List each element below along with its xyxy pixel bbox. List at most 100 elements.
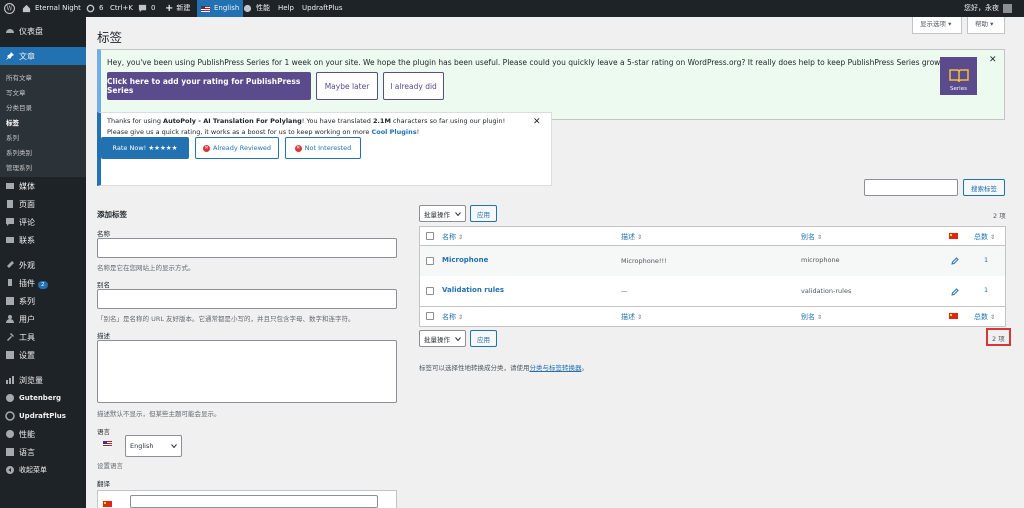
maybe-later-button[interactable]: Maybe later bbox=[316, 72, 378, 100]
submenu-tags[interactable]: 标签 bbox=[6, 117, 19, 127]
menu-contact[interactable]: 联系 bbox=[0, 231, 86, 249]
menu-comments[interactable]: 评论 bbox=[0, 213, 86, 231]
translation-input[interactable] bbox=[130, 495, 378, 508]
select-all-checkbox[interactable] bbox=[426, 232, 434, 240]
add-rating-button[interactable]: Click here to add your rating for Publis… bbox=[107, 72, 311, 100]
menu-series[interactable]: 系列 bbox=[0, 292, 86, 310]
tag-search-input[interactable] bbox=[864, 179, 958, 196]
already-reviewed-button[interactable]: ✕ Already Reviewed bbox=[195, 137, 279, 159]
language-select-value: English bbox=[130, 442, 154, 450]
pencil-icon[interactable] bbox=[951, 288, 959, 296]
already-did-button[interactable]: I already did bbox=[383, 72, 444, 100]
menu-collapse[interactable]: 收起菜单 bbox=[0, 461, 86, 479]
settings-icon bbox=[6, 351, 14, 359]
bulk-actions-select-bottom[interactable]: 批量操作 bbox=[419, 330, 466, 347]
updraftplus-link[interactable]: UpdraftPlus bbox=[302, 0, 343, 17]
close-icon[interactable]: ✕ bbox=[533, 117, 541, 127]
translation-icon bbox=[6, 448, 14, 456]
select-all-checkbox[interactable] bbox=[426, 312, 434, 320]
not-interested-button[interactable]: ✕ Not Interested bbox=[285, 137, 361, 159]
rate-now-button[interactable]: Rate Now! ★★★★★ bbox=[101, 137, 189, 159]
column-name-header[interactable]: 名称 ⇕ bbox=[442, 232, 463, 242]
apply-button-top[interactable]: 应用 bbox=[470, 205, 497, 222]
screen-options-button[interactable]: 显示选项 ▾ bbox=[912, 17, 962, 34]
menu-appearance-label: 外观 bbox=[19, 260, 35, 270]
menu-pages[interactable]: 页面 bbox=[0, 195, 86, 213]
row-checkbox[interactable] bbox=[426, 257, 434, 265]
help-link[interactable]: Help bbox=[278, 0, 294, 17]
tag-name-link[interactable]: Microphone bbox=[442, 256, 488, 264]
column-count-header[interactable]: 总数 ⇕ bbox=[974, 312, 995, 322]
column-description-header[interactable]: 描述 ⇕ bbox=[621, 312, 642, 322]
column-name-header[interactable]: 名称 ⇕ bbox=[442, 312, 463, 322]
tag-slug-input[interactable] bbox=[97, 289, 397, 309]
menu-views[interactable]: 浏览量 bbox=[0, 371, 86, 389]
tag-count[interactable]: 1 bbox=[984, 256, 988, 264]
column-count-label: 总数 bbox=[974, 313, 988, 321]
sort-icon: ⇕ bbox=[990, 233, 996, 241]
pencil-icon[interactable] bbox=[951, 257, 959, 265]
menu-gutenberg[interactable]: Gutenberg bbox=[0, 389, 86, 407]
menu-appearance[interactable]: 外观 bbox=[0, 256, 86, 274]
menu-performance[interactable]: 性能 bbox=[0, 425, 86, 443]
plugin-icon bbox=[8, 279, 12, 286]
tag-name-input[interactable] bbox=[97, 238, 397, 258]
gauge-icon bbox=[6, 430, 14, 438]
close-icon[interactable]: ✕ bbox=[989, 55, 997, 65]
submenu-manage-series[interactable]: 管理系列 bbox=[6, 162, 32, 172]
column-description-label: 描述 bbox=[621, 233, 635, 241]
sort-icon: ⇕ bbox=[458, 313, 464, 321]
updates-link[interactable]: 6 bbox=[86, 0, 103, 17]
cool-plugins-link[interactable]: Cool Plugins bbox=[371, 128, 416, 136]
comments-count: 0 bbox=[151, 4, 156, 12]
submenu-write-post[interactable]: 写文章 bbox=[6, 87, 26, 97]
language-select[interactable]: English bbox=[125, 435, 182, 457]
column-description-header[interactable]: 描述 ⇕ bbox=[621, 232, 642, 242]
apply-button-bottom[interactable]: 应用 bbox=[470, 330, 497, 347]
menu-dashboard[interactable]: 仪表盘 bbox=[0, 22, 86, 40]
tag-name-link[interactable]: Validation rules bbox=[442, 286, 504, 294]
submenu-all-posts[interactable]: 所有文章 bbox=[6, 72, 32, 82]
menu-contact-label: 联系 bbox=[19, 235, 35, 245]
tag-count[interactable]: 1 bbox=[984, 286, 988, 294]
menu-media[interactable]: 媒体 bbox=[0, 177, 86, 195]
series-rating-notice: Hey, you've been using PublishPress Seri… bbox=[97, 49, 1005, 120]
language-switcher[interactable]: English bbox=[197, 0, 244, 17]
menu-plugins[interactable]: 插件 2 bbox=[0, 274, 86, 292]
avatar bbox=[1003, 4, 1012, 13]
help-button[interactable]: 帮助 ▾ bbox=[967, 17, 1005, 34]
menu-updraftplus[interactable]: UpdraftPlus bbox=[0, 407, 86, 425]
submenu-series-categories[interactable]: 系列类别 bbox=[6, 147, 32, 157]
column-slug-header[interactable]: 别名 ⇕ bbox=[801, 312, 822, 322]
refresh-icon bbox=[86, 4, 95, 13]
wordpress-logo-icon[interactable]: W bbox=[4, 0, 15, 17]
site-name-link[interactable]: Eternal Night bbox=[22, 0, 81, 17]
row-checkbox[interactable] bbox=[426, 287, 434, 295]
menu-settings[interactable]: 设置 bbox=[0, 346, 86, 364]
new-content-link[interactable]: + 新建 bbox=[165, 0, 190, 17]
column-count-header[interactable]: 总数 ⇕ bbox=[974, 232, 995, 242]
command-palette-shortcut[interactable]: Ctrl+K bbox=[110, 0, 133, 17]
submenu-series[interactable]: 系列 bbox=[6, 132, 19, 142]
performance-link[interactable]: 性能 bbox=[243, 0, 270, 17]
converter-link[interactable]: 分类与标签转换器 bbox=[530, 364, 582, 372]
bulk-actions-select-top[interactable]: 批量操作 bbox=[419, 205, 466, 222]
tags-table: 名称 ⇕ 描述 ⇕ 别名 ⇕ 总数 ⇕ Microphone Microphone!!!… bbox=[419, 226, 1006, 327]
menu-tools[interactable]: 工具 bbox=[0, 328, 86, 346]
column-slug-header[interactable]: 别名 ⇕ bbox=[801, 232, 822, 242]
comments-link[interactable]: 0 bbox=[138, 0, 155, 17]
account-menu[interactable]: 您好，永夜 bbox=[964, 0, 1012, 17]
menu-users[interactable]: 用户 bbox=[0, 310, 86, 328]
menu-languages[interactable]: 语言 bbox=[0, 443, 86, 461]
tag-description-textarea[interactable] bbox=[97, 340, 397, 403]
search-tags-button[interactable]: 搜索标签 bbox=[963, 179, 1005, 196]
sort-icon: ⇕ bbox=[637, 313, 643, 321]
submenu-categories[interactable]: 分类目录 bbox=[6, 102, 32, 112]
footnote-end: 。 bbox=[581, 364, 589, 372]
name-label: 名称 bbox=[97, 230, 110, 238]
menu-posts[interactable]: 文章 bbox=[0, 47, 86, 65]
brush-icon bbox=[7, 261, 14, 268]
menu-settings-label: 设置 bbox=[19, 350, 35, 360]
menu-users-label: 用户 bbox=[19, 314, 35, 324]
footnote-text: 标签可以选择性地转换成分类，请使用 bbox=[419, 364, 530, 372]
